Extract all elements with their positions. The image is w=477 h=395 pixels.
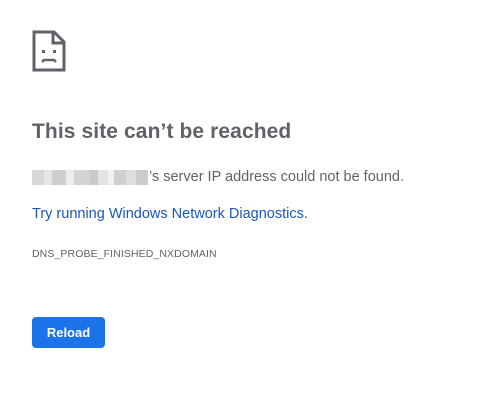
error-message: ’s server IP address could not be found. <box>32 169 404 185</box>
diagnostics-link[interactable]: Try running Windows Network Diagnostics <box>32 206 304 222</box>
sad-page-icon <box>32 30 66 72</box>
redacted-hostname <box>32 169 148 185</box>
error-message-text: ’s server IP address could not be found. <box>149 169 404 185</box>
error-title: This site can’t be reached <box>32 120 292 143</box>
reload-button[interactable]: Reload <box>32 317 105 348</box>
diagnostics-row: Try running Windows Network Diagnostics. <box>32 206 308 222</box>
error-code[interactable]: DNS_PROBE_FINISHED_NXDOMAIN <box>32 248 217 260</box>
diagnostics-period: . <box>303 206 308 222</box>
